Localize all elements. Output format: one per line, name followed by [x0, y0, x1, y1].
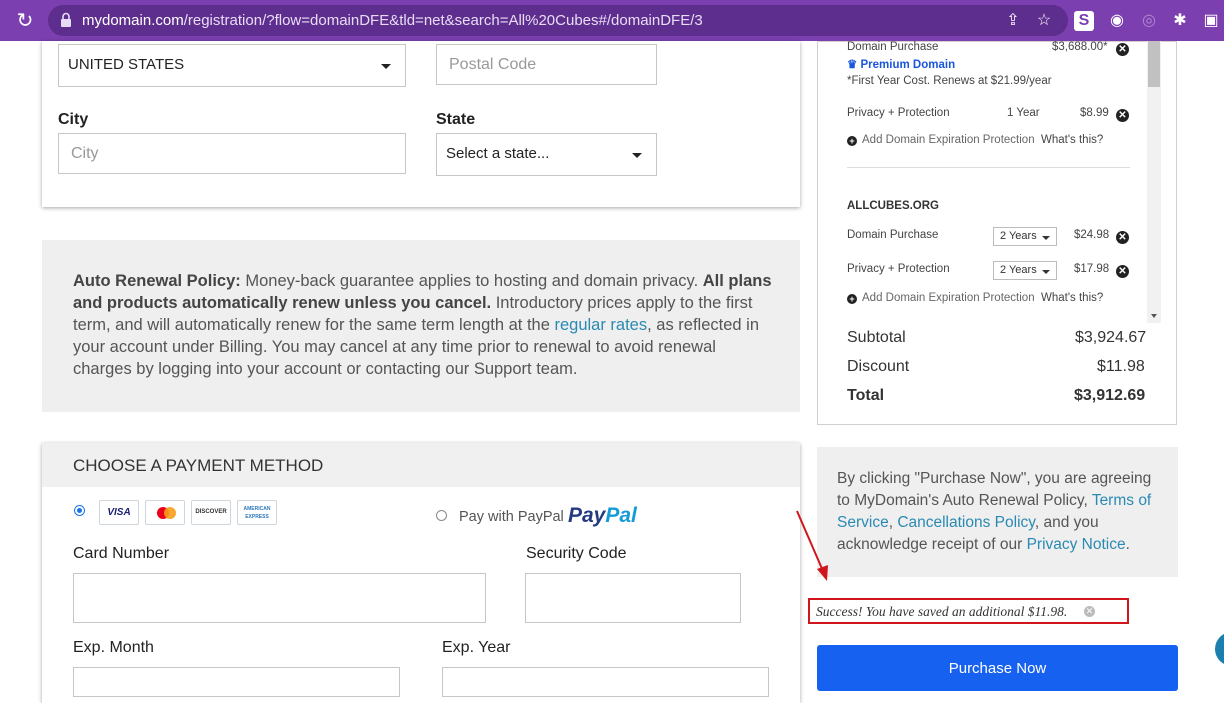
- divider: [847, 167, 1130, 168]
- star-icon[interactable]: ☆: [1034, 11, 1054, 31]
- term-select[interactable]: 2 Years: [993, 261, 1057, 280]
- help-chat-button[interactable]: [1215, 632, 1224, 666]
- domain-header: ALLCUBES.ORG: [847, 200, 939, 212]
- subtotal-value: $3,924.67: [1075, 329, 1147, 346]
- exp-year-select[interactable]: [442, 667, 769, 697]
- exp-month-select[interactable]: [73, 667, 400, 697]
- annotation-arrow: [796, 510, 828, 581]
- sidepanel-icon[interactable]: ▣: [1201, 11, 1221, 31]
- plus-circle-icon[interactable]: +: [847, 294, 857, 304]
- paypal-radio[interactable]: [436, 510, 447, 521]
- purchase-now-button[interactable]: Purchase Now: [817, 645, 1178, 691]
- card-payment-radio[interactable]: [74, 505, 85, 516]
- discover-card-icon: DISCOVER: [191, 500, 231, 525]
- city-input[interactable]: City: [58, 133, 406, 174]
- state-label: State: [436, 111, 476, 128]
- amex-card-icon: AMERICAN EXPRESS: [237, 500, 277, 525]
- scroll-down-arrow-icon[interactable]: [1151, 314, 1157, 318]
- reload-icon[interactable]: ↻: [14, 10, 36, 32]
- summary-scroll-thumb[interactable]: [1148, 41, 1160, 87]
- postal-code-placeholder: Postal Code: [449, 56, 537, 73]
- postal-code-input[interactable]: Postal Code: [436, 44, 657, 85]
- city-label: City: [58, 111, 89, 128]
- state-select[interactable]: Select a state...: [436, 133, 657, 176]
- agreement-text: By clicking "Purchase Now", you are agre…: [837, 470, 1152, 553]
- plus-circle-icon[interactable]: +: [847, 136, 857, 146]
- premium-domain-badge: ♛ Premium Domain: [847, 59, 956, 71]
- term-select[interactable]: 2 Years: [993, 227, 1057, 246]
- whats-this-link[interactable]: What's this?: [1041, 292, 1103, 304]
- regular-rates-link[interactable]: regular rates: [554, 316, 647, 334]
- security-code-label: Security Code: [526, 545, 627, 562]
- remove-item-icon[interactable]: ✕: [1116, 265, 1129, 278]
- mastercard-icon: [145, 500, 185, 525]
- privacy-protection-label: Privacy + Protection: [847, 263, 950, 275]
- add-expiration-protection-link[interactable]: Add Domain Expiration Protection: [862, 292, 1035, 304]
- privacy-protection-term: 1 Year: [1007, 107, 1040, 119]
- card-number-label: Card Number: [73, 545, 170, 562]
- domain-purchase-label: Domain Purchase: [847, 41, 939, 53]
- country-value: UNITED STATES: [68, 56, 185, 73]
- domain-purchase-price: $3,688.00*: [1052, 41, 1108, 53]
- subtotal-label: Subtotal: [847, 329, 906, 346]
- state-value: Select a state...: [446, 145, 550, 162]
- security-code-input[interactable]: [525, 573, 741, 623]
- first-year-note: *First Year Cost. Renews at $21.99/year: [847, 75, 1052, 87]
- puzzle-icon[interactable]: ✱: [1170, 11, 1190, 31]
- extension-s-icon[interactable]: S: [1074, 11, 1094, 31]
- auto-renewal-policy-text: Auto Renewal Policy: Money-back guarante…: [73, 272, 772, 378]
- privacy-notice-link[interactable]: Privacy Notice: [1027, 536, 1126, 553]
- chevron-down-icon: [1042, 236, 1050, 240]
- privacy-protection-price: $8.99: [1080, 107, 1109, 119]
- exp-month-label: Exp. Month: [73, 639, 154, 656]
- lock-icon: [61, 12, 71, 27]
- crown-icon: ♛: [847, 59, 858, 71]
- share-icon[interactable]: ⇪: [1003, 11, 1023, 31]
- privacy-protection-price: $17.98: [1074, 263, 1110, 275]
- chevron-down-icon: [1042, 270, 1050, 274]
- exp-year-label: Exp. Year: [442, 639, 511, 656]
- remove-item-icon[interactable]: ✕: [1116, 109, 1129, 122]
- remove-item-icon[interactable]: ✕: [1116, 231, 1129, 244]
- extension-ring-icon[interactable]: ◎: [1139, 11, 1159, 31]
- privacy-protection-label: Privacy + Protection: [847, 107, 950, 119]
- visa-card-icon: VISA: [99, 500, 139, 525]
- success-message: Success! You have saved an additional $1…: [816, 604, 1068, 619]
- add-expiration-protection-link[interactable]: Add Domain Expiration Protection: [862, 134, 1035, 146]
- paypal-logo: PayPal: [568, 504, 637, 527]
- domain-purchase-price: $24.98: [1074, 229, 1110, 241]
- city-placeholder: City: [71, 145, 99, 162]
- card-number-input[interactable]: [73, 573, 486, 623]
- remove-item-icon[interactable]: ✕: [1116, 43, 1129, 56]
- payment-method-title: CHOOSE A PAYMENT METHOD: [73, 456, 324, 475]
- url-text: mydomain.com/registration/?flow=domainDF…: [82, 12, 703, 29]
- extension-circle-icon[interactable]: ◉: [1107, 11, 1127, 31]
- close-icon[interactable]: ✕: [1084, 606, 1095, 617]
- chevron-down-icon: [632, 153, 642, 158]
- discount-label: Discount: [847, 358, 910, 375]
- whats-this-link[interactable]: What's this?: [1041, 134, 1103, 146]
- paypal-label: Pay with PayPal: [459, 509, 564, 525]
- total-value: $3,912.69: [1074, 387, 1146, 404]
- discount-value: $11.98: [1097, 358, 1145, 375]
- domain-purchase-label: Domain Purchase: [847, 229, 939, 241]
- total-label: Total: [847, 387, 885, 404]
- cancellations-policy-link[interactable]: Cancellations Policy: [897, 514, 1035, 531]
- chevron-down-icon: [381, 64, 391, 69]
- country-select[interactable]: UNITED STATES: [58, 44, 406, 87]
